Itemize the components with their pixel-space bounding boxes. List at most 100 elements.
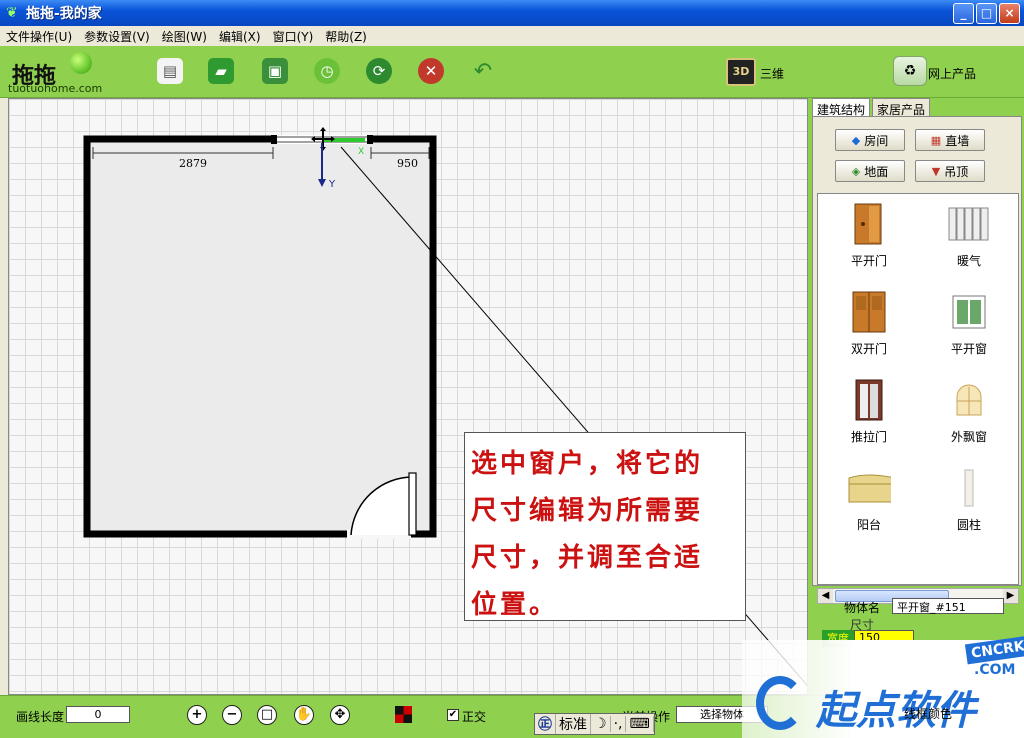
item-bay-window[interactable]: 外飘窗 — [924, 372, 1014, 452]
double-door-icon — [847, 288, 891, 336]
floor-button-label: 地面 — [864, 164, 889, 179]
pan-hand-button[interactable]: ✋ — [294, 705, 314, 725]
wall-button[interactable]: ▦ 直墙 — [915, 129, 985, 151]
ime-mode[interactable]: 标准 — [556, 714, 591, 734]
item-double-door[interactable]: 双开门 — [824, 284, 914, 364]
ime-keyboard-icon[interactable]: ⌨ — [626, 716, 654, 732]
room-button-label: 房间 — [864, 133, 889, 148]
dim-label-left: 2879 — [179, 157, 207, 170]
menu-settings[interactable]: 参数设置(V) — [78, 28, 156, 45]
component-list: 平开门 暖气 双开门 平开窗 推拉门 外飘窗 阳台 圆柱 — [817, 193, 1019, 585]
item-casement-window[interactable]: 平开窗 — [924, 284, 1014, 364]
menu-file[interactable]: 文件操作(U) — [0, 28, 78, 45]
watermark-badge: CNCRK — [964, 635, 1024, 665]
callout-line-2: 尺寸编辑为所需要 — [471, 496, 704, 526]
menu-draw[interactable]: 绘图(W) — [156, 28, 213, 45]
ime-moon-icon[interactable]: ☽ — [591, 716, 611, 732]
callout-line-3: 尺寸，并调至合适 — [471, 543, 704, 573]
close-button[interactable]: × — [999, 3, 1020, 24]
watermark-logo-icon — [756, 676, 804, 730]
object-name-label: 物体名 — [844, 601, 881, 615]
door-leaf[interactable] — [408, 472, 417, 536]
item-balcony[interactable]: 阳台 — [824, 460, 914, 540]
callout-line-4: 位置。 — [471, 590, 559, 620]
online-products-label[interactable]: 网上产品 — [928, 65, 976, 82]
menu-window[interactable]: 窗口(Y) — [267, 28, 320, 45]
ime-punct-icon[interactable]: ·, — [611, 716, 627, 732]
app-icon: ❦ — [6, 5, 18, 21]
color-picker-icon[interactable] — [395, 706, 412, 723]
item-label: 暖气 — [956, 254, 981, 268]
frame-color-label: 线框颜色 — [904, 707, 953, 721]
title-bar: ❦ 拖拖-我的家 _ □ × — [0, 0, 1024, 26]
bay-window-icon — [947, 376, 991, 424]
y-axis-label: Y — [328, 179, 336, 190]
window-jamb-left — [271, 135, 277, 144]
scroll-left-icon[interactable]: ◀ — [818, 589, 833, 603]
casement-window-icon — [947, 288, 991, 336]
minimize-button[interactable]: _ — [953, 3, 974, 24]
line-length-field[interactable]: 0 — [66, 706, 130, 723]
item-swing-door[interactable]: 平开门 — [824, 196, 914, 276]
zoom-out-button[interactable]: − — [222, 705, 242, 725]
logo-ball-icon — [70, 52, 92, 74]
window-jamb-right — [367, 135, 373, 144]
item-label: 圆柱 — [956, 518, 981, 532]
ortho-label: 正交 — [462, 710, 487, 724]
item-label: 双开门 — [850, 342, 887, 356]
item-label: 阳台 — [856, 518, 881, 532]
window-title: 拖拖-我的家 — [26, 6, 102, 22]
item-label: 外飘窗 — [950, 430, 987, 444]
instruction-callout: 选中窗户，将它的 尺寸编辑为所需要 尺寸，并调至合适 位置。 — [464, 432, 746, 621]
watermark: 起点软件 CNCRK .COM 线框颜色 — [742, 635, 1024, 738]
stop-icon[interactable]: ✕ — [418, 58, 444, 84]
ceiling-button[interactable]: ▼ 吊顶 — [915, 160, 985, 182]
component-panel: 建筑结构 家居产品 ◆ 房间 ▦ 直墙 ◈ 地面 ▼ 吊顶 平开门 暖气 双开门… — [808, 98, 1024, 695]
clock-icon[interactable]: ◷ — [314, 58, 340, 84]
menu-edit[interactable]: 编辑(X) — [213, 28, 267, 45]
maximize-button[interactable]: □ — [976, 3, 997, 24]
save-icon[interactable]: ▣ — [262, 58, 288, 84]
wall-icon: ▦ — [930, 133, 942, 147]
swing-door-icon — [847, 200, 891, 248]
item-radiator[interactable]: 暖气 — [924, 196, 1014, 276]
ime-toolbar[interactable]: ㊣ 标准 ☽ ·, ⌨ — [534, 713, 655, 735]
room-button[interactable]: ◆ 房间 — [835, 129, 905, 151]
open-icon[interactable]: ▰ — [208, 58, 234, 84]
item-sliding-door[interactable]: 推拉门 — [824, 372, 914, 452]
dim-label-right: 950 — [397, 157, 418, 170]
item-column[interactable]: 圆柱 — [924, 460, 1014, 540]
floor-button[interactable]: ◈ 地面 — [835, 160, 905, 182]
view-3d-button[interactable]: 3D — [726, 58, 756, 86]
item-label: 推拉门 — [850, 430, 887, 444]
wall-button-label: 直墙 — [945, 133, 970, 148]
radiator-icon — [947, 200, 991, 248]
zoom-in-button[interactable]: + — [187, 705, 207, 725]
menu-help[interactable]: 帮助(Z) — [319, 28, 373, 45]
x-axis-label: X — [358, 147, 364, 157]
logo-site: tuotuohome.com — [8, 82, 103, 95]
sliding-door-icon — [847, 376, 891, 424]
column-icon — [947, 464, 991, 512]
online-products-icon[interactable]: ♻ — [893, 56, 927, 86]
view-3d-label[interactable]: 三维 — [760, 65, 784, 82]
refresh-icon[interactable]: ⟳ — [366, 58, 392, 84]
floor-icon: ◈ — [851, 164, 861, 178]
move-view-button[interactable]: ✥ — [330, 705, 350, 725]
zoom-fit-button[interactable]: □ — [257, 705, 277, 725]
tab-pane: ◆ 房间 ▦ 直墙 ◈ 地面 ▼ 吊顶 平开门 暖气 双开门 平开窗 推拉门 外… — [812, 116, 1022, 604]
line-length-label: 画线长度 — [16, 710, 65, 724]
item-label: 平开门 — [850, 254, 887, 268]
undo-icon[interactable]: ↶ — [470, 58, 496, 84]
ceiling-button-label: 吊顶 — [944, 164, 969, 179]
room-icon: ◆ — [851, 133, 861, 147]
room-walls[interactable] — [83, 135, 437, 538]
ortho-checkbox[interactable]: ✔ — [447, 709, 459, 721]
logo: 拖拖 tuotuohome.com — [8, 50, 108, 96]
watermark-domain: .COM — [974, 662, 1016, 678]
scroll-right-icon[interactable]: ▶ — [1003, 589, 1018, 603]
toolbar: 拖拖 tuotuohome.com ▤ ▰ ▣ ◷ ⟳ ✕ ↶ 3D 三维 ♻ … — [0, 46, 1024, 98]
ime-logo-icon[interactable]: ㊣ — [535, 714, 556, 734]
object-name-field[interactable]: 平开窗_#151 — [892, 598, 1004, 614]
new-icon[interactable]: ▤ — [157, 58, 183, 84]
